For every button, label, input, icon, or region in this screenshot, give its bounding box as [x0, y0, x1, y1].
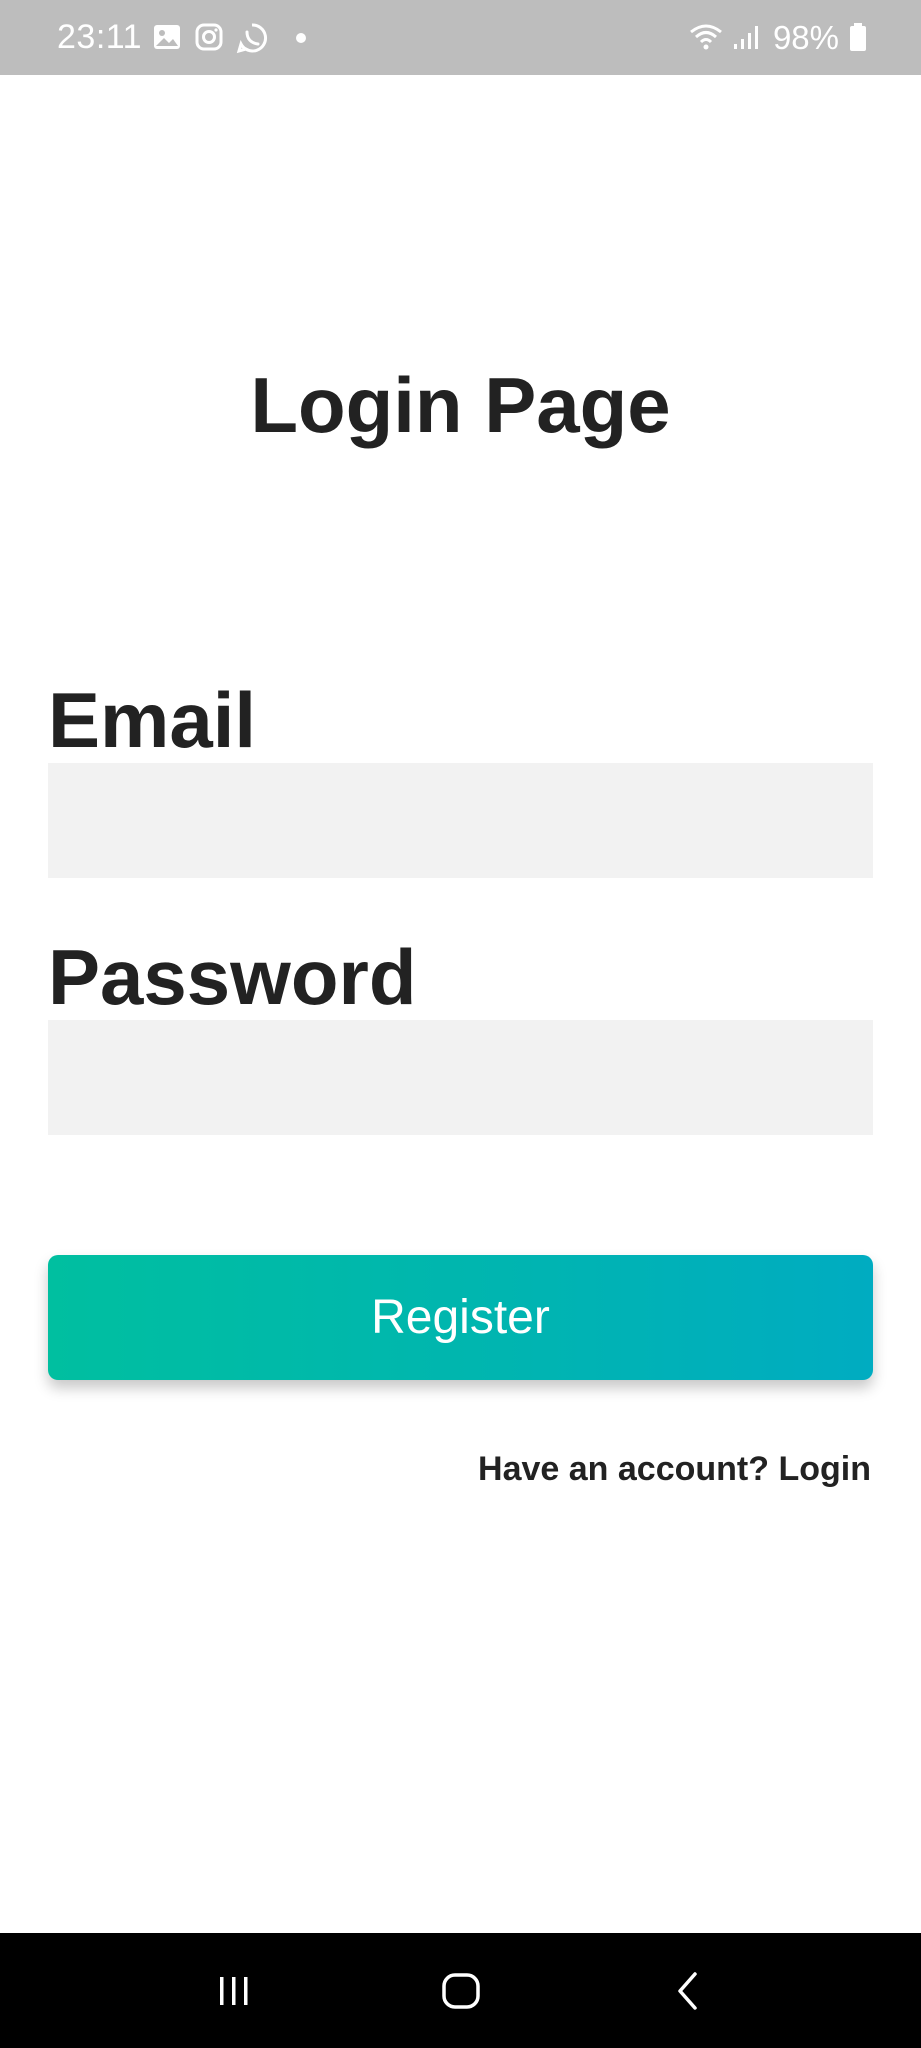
password-field[interactable]: [48, 1020, 873, 1135]
email-label: Email: [48, 676, 257, 764]
status-bar-right: 98%: [689, 19, 869, 57]
wifi-icon: [689, 22, 722, 54]
notification-dot-icon: [296, 32, 307, 43]
home-icon[interactable]: [431, 1961, 491, 2021]
navigation-bar: [0, 1933, 921, 2048]
login-screen: Login Page Email Password Register Have …: [0, 75, 921, 1933]
recents-icon[interactable]: [204, 1961, 264, 2021]
status-bar: 23:11 98%: [0, 0, 921, 75]
status-bar-left: 23:11: [57, 18, 307, 57]
battery-percent: 98%: [772, 18, 839, 56]
login-link[interactable]: Have an account? Login: [478, 1450, 871, 1489]
battery-icon: [849, 22, 869, 54]
back-icon[interactable]: [658, 1961, 718, 2021]
email-field[interactable]: [48, 763, 873, 878]
register-button[interactable]: Register: [48, 1255, 873, 1380]
whatsapp-icon: [236, 22, 268, 54]
signal-icon: [731, 22, 763, 54]
gallery-icon: [152, 22, 184, 54]
password-label: Password: [48, 933, 417, 1021]
page-title: Login Page: [250, 361, 671, 449]
instagram-icon: [194, 22, 226, 54]
status-time: 23:11: [57, 18, 143, 56]
